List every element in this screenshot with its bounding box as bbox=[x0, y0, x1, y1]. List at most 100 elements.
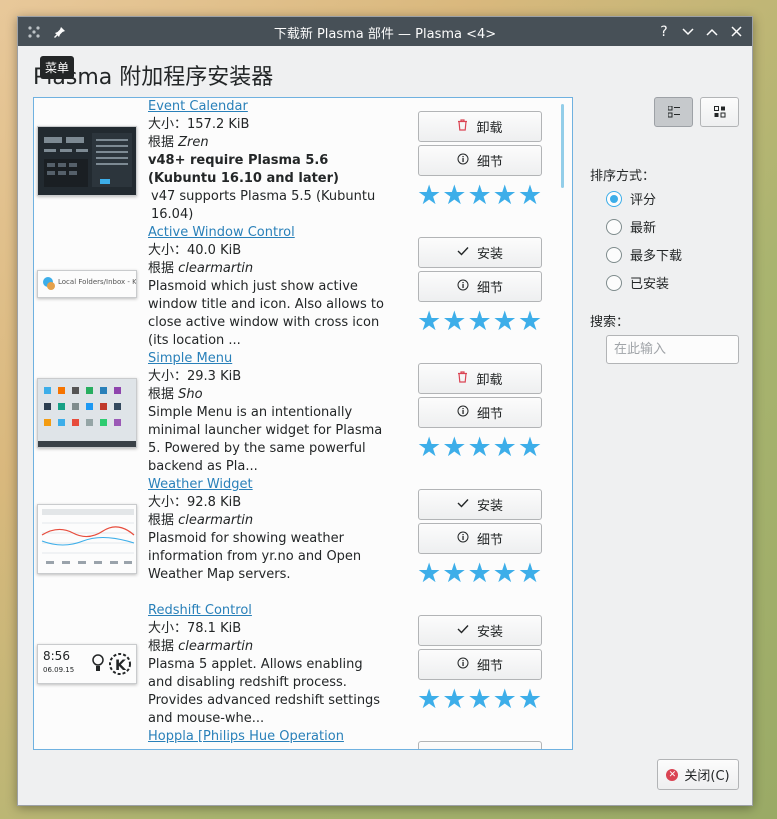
item-description: v47 supports Plasma 5.5 (Kubuntu 16.04) bbox=[151, 189, 376, 222]
item-description-bold: v48+ require Plasma 5.6 (Kubuntu 16.10 a… bbox=[148, 153, 339, 186]
maximize-icon[interactable] bbox=[700, 17, 724, 46]
item-description: Plasmoid which just show active window t… bbox=[148, 279, 384, 348]
check-icon bbox=[457, 497, 469, 512]
info-icon bbox=[457, 657, 469, 673]
star-icon: ★ bbox=[442, 432, 467, 463]
thumbnail-time: 8:56 bbox=[43, 649, 70, 663]
close-button[interactable]: ✕ 关闭(C) bbox=[657, 759, 739, 790]
star-icon: ★ bbox=[417, 432, 442, 463]
list-item: 8:56 06.09.15 K Redshift Control 大小：78.1… bbox=[34, 602, 564, 728]
svg-text:K: K bbox=[115, 658, 127, 674]
item-size: 大小：157.2 KiB bbox=[148, 117, 250, 132]
star-icon: ★ bbox=[467, 558, 492, 589]
item-size: 大小：29.3 KiB bbox=[148, 369, 242, 384]
search-input[interactable] bbox=[606, 335, 739, 364]
star-icon: ★ bbox=[492, 306, 517, 337]
item-size: 大小：92.8 KiB bbox=[148, 495, 242, 510]
icon-view-button[interactable] bbox=[700, 97, 739, 127]
radio-button[interactable] bbox=[606, 190, 622, 207]
install-button[interactable]: 安装 bbox=[418, 489, 542, 520]
item-author-line: 根据 clearmartin bbox=[148, 261, 254, 276]
star-icon: ★ bbox=[492, 180, 517, 211]
install-button[interactable]: 安装 bbox=[418, 615, 542, 646]
star-icon: ★ bbox=[467, 432, 492, 463]
item-name-link[interactable]: Hoppla [Philips Hue Operation bbox=[148, 728, 388, 746]
thumbnail-date: 06.09.15 bbox=[43, 666, 75, 674]
list-item: Event Calendar 大小：157.2 KiB 根据 Zren v48+… bbox=[34, 98, 564, 224]
addon-list[interactable]: Event Calendar 大小：157.2 KiB 根据 Zren v48+… bbox=[33, 97, 573, 750]
item-info: Hoppla [Philips Hue Operation bbox=[148, 728, 388, 746]
star-icon: ★ bbox=[417, 684, 442, 715]
install-button[interactable]: 安装 bbox=[418, 237, 542, 268]
item-author-line: 根据 Zren bbox=[148, 135, 209, 150]
list-item: Local Folders/Inbox - KMail Active Windo… bbox=[34, 224, 564, 350]
star-icon: ★ bbox=[517, 558, 543, 589]
sort-option-installed[interactable]: 已安装 bbox=[606, 273, 669, 292]
item-size: 大小：40.0 KiB bbox=[148, 243, 242, 258]
item-size: 大小：78.1 KiB bbox=[148, 621, 242, 636]
rating-stars: ★ ★ ★ ★ ★ bbox=[417, 432, 543, 463]
help-icon[interactable]: ? bbox=[652, 17, 676, 46]
item-thumbnail: Local Folders/Inbox - KMail bbox=[37, 270, 137, 298]
thumbnail-caption: Local Folders/Inbox - KMail bbox=[58, 278, 137, 286]
sort-option-rating[interactable]: 评分 bbox=[606, 189, 656, 208]
star-icon: ★ bbox=[442, 684, 467, 715]
rating-stars: ★ ★ ★ ★ ★ bbox=[417, 180, 543, 211]
details-button[interactable]: 细节 bbox=[418, 649, 542, 680]
sort-option-most-downloads[interactable]: 最多下载 bbox=[606, 245, 682, 264]
star-icon: ★ bbox=[467, 180, 492, 211]
star-icon: ★ bbox=[442, 306, 467, 337]
uninstall-button[interactable]: 卸载 bbox=[418, 111, 542, 142]
details-button[interactable]: 细节 bbox=[418, 271, 542, 302]
item-author-line: 根据 Sho bbox=[148, 387, 203, 402]
item-name-link[interactable]: Redshift Control bbox=[148, 602, 388, 620]
bulb-and-kde-icon: K bbox=[92, 653, 131, 675]
rating-stars: ★ ★ ★ ★ ★ bbox=[417, 684, 543, 715]
item-author: Sho bbox=[178, 387, 203, 402]
list-item: Hoppla [Philips Hue Operation bbox=[34, 728, 564, 749]
item-name-link[interactable]: Simple Menu bbox=[148, 350, 388, 368]
trash-icon bbox=[457, 370, 468, 387]
item-author: clearmartin bbox=[178, 639, 254, 654]
search-label: 搜索： bbox=[590, 315, 630, 330]
item-author-line: 根据 clearmartin bbox=[148, 513, 254, 528]
action-button[interactable] bbox=[418, 741, 542, 749]
details-button[interactable]: 细节 bbox=[418, 397, 542, 428]
list-view-icon bbox=[667, 106, 680, 118]
star-icon: ★ bbox=[492, 558, 517, 589]
minimize-icon[interactable] bbox=[676, 17, 700, 46]
radio-button[interactable] bbox=[606, 246, 622, 263]
list-view-button[interactable] bbox=[654, 97, 693, 127]
item-thumbnail: 8:56 06.09.15 K bbox=[37, 644, 137, 684]
check-icon bbox=[457, 623, 469, 638]
star-icon: ★ bbox=[467, 306, 492, 337]
info-icon bbox=[457, 405, 469, 421]
star-icon: ★ bbox=[517, 306, 543, 337]
star-icon: ★ bbox=[517, 684, 543, 715]
star-icon: ★ bbox=[417, 180, 442, 211]
item-name-link[interactable]: Active Window Control bbox=[148, 224, 388, 242]
close-icon: ✕ bbox=[666, 768, 679, 781]
sort-option-newest[interactable]: 最新 bbox=[606, 217, 656, 236]
star-icon: ★ bbox=[417, 558, 442, 589]
list-item: Weather Widget 大小：92.8 KiB 根据 clearmarti… bbox=[34, 476, 564, 602]
close-window-icon[interactable] bbox=[724, 17, 748, 46]
sort-label: 排序方式： bbox=[590, 169, 656, 184]
star-icon: ★ bbox=[517, 180, 543, 211]
info-icon bbox=[457, 153, 469, 169]
item-info: Weather Widget 大小：92.8 KiB 根据 clearmarti… bbox=[148, 476, 388, 584]
star-icon: ★ bbox=[517, 432, 543, 463]
star-icon: ★ bbox=[442, 558, 467, 589]
item-name-link[interactable]: Weather Widget bbox=[148, 476, 388, 494]
uninstall-button[interactable]: 卸载 bbox=[418, 363, 542, 394]
star-icon: ★ bbox=[467, 684, 492, 715]
radio-button[interactable] bbox=[606, 274, 622, 291]
item-info: Redshift Control 大小：78.1 KiB 根据 clearmar… bbox=[148, 602, 388, 728]
item-name-link[interactable]: Event Calendar bbox=[148, 98, 388, 116]
details-button[interactable]: 细节 bbox=[418, 523, 542, 554]
details-button[interactable]: 细节 bbox=[418, 145, 542, 176]
item-author: clearmartin bbox=[178, 261, 254, 276]
radio-button[interactable] bbox=[606, 218, 622, 235]
item-author: Zren bbox=[178, 135, 209, 150]
item-thumbnail bbox=[37, 126, 137, 196]
